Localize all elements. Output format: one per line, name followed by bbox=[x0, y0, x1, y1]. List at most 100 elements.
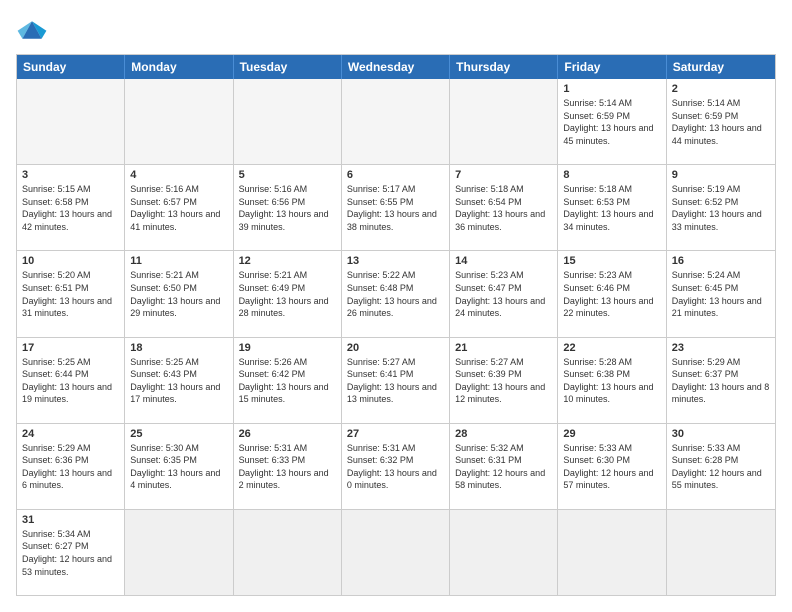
calendar-cell bbox=[342, 79, 450, 164]
sun-info: Sunrise: 5:33 AM Sunset: 6:30 PM Dayligh… bbox=[563, 442, 660, 492]
day-number: 30 bbox=[672, 428, 770, 440]
sun-info: Sunrise: 5:18 AM Sunset: 6:53 PM Dayligh… bbox=[563, 183, 660, 233]
sun-info: Sunrise: 5:33 AM Sunset: 6:28 PM Dayligh… bbox=[672, 442, 770, 492]
sun-info: Sunrise: 5:31 AM Sunset: 6:32 PM Dayligh… bbox=[347, 442, 444, 492]
calendar-cell bbox=[342, 510, 450, 595]
sun-info: Sunrise: 5:31 AM Sunset: 6:33 PM Dayligh… bbox=[239, 442, 336, 492]
calendar-cell: 14 Sunrise: 5:23 AM Sunset: 6:47 PM Dayli… bbox=[450, 251, 558, 336]
calendar-cell: 31 Sunrise: 5:34 AM Sunset: 6:27 PM Dayli… bbox=[17, 510, 125, 595]
calendar-cell: 12 Sunrise: 5:21 AM Sunset: 6:49 PM Dayli… bbox=[234, 251, 342, 336]
day-number: 25 bbox=[130, 428, 227, 440]
calendar-header: SundayMondayTuesdayWednesdayThursdayFrid… bbox=[17, 55, 775, 79]
sun-info: Sunrise: 5:18 AM Sunset: 6:54 PM Dayligh… bbox=[455, 183, 552, 233]
calendar-cell: 19Sunrise: 5:26 AM Sunset: 6:42 PM Dayli… bbox=[234, 338, 342, 423]
calendar-cell: 8 Sunrise: 5:18 AM Sunset: 6:53 PM Daylig… bbox=[558, 165, 666, 250]
sun-info: Sunrise: 5:23 AM Sunset: 6:47 PM Dayligh… bbox=[455, 269, 552, 319]
calendar-cell bbox=[450, 510, 558, 595]
sun-info: Sunrise: 5:16 AM Sunset: 6:56 PM Dayligh… bbox=[239, 183, 336, 233]
day-number: 7 bbox=[455, 169, 552, 181]
calendar-cell: 17 Sunrise: 5:25 AM Sunset: 6:44 PM Dayli… bbox=[17, 338, 125, 423]
calendar-cell: 20 Sunrise: 5:27 AM Sunset: 6:41 PM Dayli… bbox=[342, 338, 450, 423]
day-number: 1 bbox=[563, 83, 660, 95]
calendar-header-wednesday: Wednesday bbox=[342, 55, 450, 79]
calendar-cell: 16 Sunrise: 5:24 AM Sunset: 6:45 PM Dayli… bbox=[667, 251, 775, 336]
day-number: 16 bbox=[672, 255, 770, 267]
header bbox=[16, 16, 776, 44]
day-number: 14 bbox=[455, 255, 552, 267]
calendar-cell: 2Sunrise: 5:14 AM Sunset: 6:59 PM Daylig… bbox=[667, 79, 775, 164]
sun-info: Sunrise: 5:32 AM Sunset: 6:31 PM Dayligh… bbox=[455, 442, 552, 492]
sun-info: Sunrise: 5:19 AM Sunset: 6:52 PM Dayligh… bbox=[672, 183, 770, 233]
day-number: 8 bbox=[563, 169, 660, 181]
calendar-cell: 5Sunrise: 5:16 AM Sunset: 6:56 PM Daylig… bbox=[234, 165, 342, 250]
logo-icon bbox=[16, 16, 48, 44]
sun-info: Sunrise: 5:21 AM Sunset: 6:49 PM Dayligh… bbox=[239, 269, 336, 319]
calendar-body: 1 Sunrise: 5:14 AM Sunset: 6:59 PM Daylig… bbox=[17, 79, 775, 595]
calendar-cell: 23Sunrise: 5:29 AM Sunset: 6:37 PM Dayli… bbox=[667, 338, 775, 423]
calendar-cell: 10 Sunrise: 5:20 AM Sunset: 6:51 PM Dayli… bbox=[17, 251, 125, 336]
calendar-cell: 28 Sunrise: 5:32 AM Sunset: 6:31 PM Dayli… bbox=[450, 424, 558, 509]
day-number: 4 bbox=[130, 169, 227, 181]
calendar-cell: 6Sunrise: 5:17 AM Sunset: 6:55 PM Daylig… bbox=[342, 165, 450, 250]
calendar-cell bbox=[234, 79, 342, 164]
sun-info: Sunrise: 5:24 AM Sunset: 6:45 PM Dayligh… bbox=[672, 269, 770, 319]
calendar-week-4: 17 Sunrise: 5:25 AM Sunset: 6:44 PM Dayli… bbox=[17, 337, 775, 423]
calendar-cell bbox=[17, 79, 125, 164]
calendar-cell: 11 Sunrise: 5:21 AM Sunset: 6:50 PM Dayli… bbox=[125, 251, 233, 336]
day-number: 13 bbox=[347, 255, 444, 267]
calendar-header-sunday: Sunday bbox=[17, 55, 125, 79]
calendar-cell bbox=[450, 79, 558, 164]
calendar-cell bbox=[667, 510, 775, 595]
calendar-week-2: 3 Sunrise: 5:15 AM Sunset: 6:58 PM Daylig… bbox=[17, 164, 775, 250]
day-number: 20 bbox=[347, 342, 444, 354]
day-number: 28 bbox=[455, 428, 552, 440]
day-number: 23 bbox=[672, 342, 770, 354]
calendar: SundayMondayTuesdayWednesdayThursdayFrid… bbox=[16, 54, 776, 596]
day-number: 3 bbox=[22, 169, 119, 181]
day-number: 2 bbox=[672, 83, 770, 95]
calendar-cell: 30 Sunrise: 5:33 AM Sunset: 6:28 PM Dayli… bbox=[667, 424, 775, 509]
day-number: 6 bbox=[347, 169, 444, 181]
sun-info: Sunrise: 5:25 AM Sunset: 6:44 PM Dayligh… bbox=[22, 356, 119, 406]
day-number: 12 bbox=[239, 255, 336, 267]
sun-info: Sunrise: 5:27 AM Sunset: 6:41 PM Dayligh… bbox=[347, 356, 444, 406]
sun-info: Sunrise: 5:14 AM Sunset: 6:59 PM Dayligh… bbox=[563, 97, 660, 147]
calendar-cell: 29Sunrise: 5:33 AM Sunset: 6:30 PM Dayli… bbox=[558, 424, 666, 509]
day-number: 27 bbox=[347, 428, 444, 440]
sun-info: Sunrise: 5:34 AM Sunset: 6:27 PM Dayligh… bbox=[22, 528, 119, 578]
calendar-cell: 18Sunrise: 5:25 AM Sunset: 6:43 PM Dayli… bbox=[125, 338, 233, 423]
calendar-week-3: 10 Sunrise: 5:20 AM Sunset: 6:51 PM Dayli… bbox=[17, 250, 775, 336]
sun-info: Sunrise: 5:27 AM Sunset: 6:39 PM Dayligh… bbox=[455, 356, 552, 406]
calendar-cell bbox=[125, 510, 233, 595]
calendar-cell: 3 Sunrise: 5:15 AM Sunset: 6:58 PM Daylig… bbox=[17, 165, 125, 250]
calendar-cell: 22Sunrise: 5:28 AM Sunset: 6:38 PM Dayli… bbox=[558, 338, 666, 423]
calendar-cell bbox=[558, 510, 666, 595]
day-number: 26 bbox=[239, 428, 336, 440]
day-number: 10 bbox=[22, 255, 119, 267]
calendar-cell: 7 Sunrise: 5:18 AM Sunset: 6:54 PM Daylig… bbox=[450, 165, 558, 250]
sun-info: Sunrise: 5:23 AM Sunset: 6:46 PM Dayligh… bbox=[563, 269, 660, 319]
day-number: 31 bbox=[22, 514, 119, 526]
sun-info: Sunrise: 5:16 AM Sunset: 6:57 PM Dayligh… bbox=[130, 183, 227, 233]
sun-info: Sunrise: 5:20 AM Sunset: 6:51 PM Dayligh… bbox=[22, 269, 119, 319]
calendar-cell: 27 Sunrise: 5:31 AM Sunset: 6:32 PM Dayli… bbox=[342, 424, 450, 509]
calendar-cell: 21 Sunrise: 5:27 AM Sunset: 6:39 PM Dayli… bbox=[450, 338, 558, 423]
day-number: 24 bbox=[22, 428, 119, 440]
calendar-cell: 26 Sunrise: 5:31 AM Sunset: 6:33 PM Dayli… bbox=[234, 424, 342, 509]
calendar-cell: 25 Sunrise: 5:30 AM Sunset: 6:35 PM Dayli… bbox=[125, 424, 233, 509]
sun-info: Sunrise: 5:22 AM Sunset: 6:48 PM Dayligh… bbox=[347, 269, 444, 319]
sun-info: Sunrise: 5:30 AM Sunset: 6:35 PM Dayligh… bbox=[130, 442, 227, 492]
sun-info: Sunrise: 5:28 AM Sunset: 6:38 PM Dayligh… bbox=[563, 356, 660, 406]
calendar-cell: 24Sunrise: 5:29 AM Sunset: 6:36 PM Dayli… bbox=[17, 424, 125, 509]
sun-info: Sunrise: 5:26 AM Sunset: 6:42 PM Dayligh… bbox=[239, 356, 336, 406]
sun-info: Sunrise: 5:21 AM Sunset: 6:50 PM Dayligh… bbox=[130, 269, 227, 319]
day-number: 17 bbox=[22, 342, 119, 354]
day-number: 21 bbox=[455, 342, 552, 354]
page: SundayMondayTuesdayWednesdayThursdayFrid… bbox=[0, 0, 792, 612]
calendar-header-tuesday: Tuesday bbox=[234, 55, 342, 79]
sun-info: Sunrise: 5:15 AM Sunset: 6:58 PM Dayligh… bbox=[22, 183, 119, 233]
day-number: 9 bbox=[672, 169, 770, 181]
day-number: 11 bbox=[130, 255, 227, 267]
day-number: 18 bbox=[130, 342, 227, 354]
calendar-cell: 1 Sunrise: 5:14 AM Sunset: 6:59 PM Daylig… bbox=[558, 79, 666, 164]
